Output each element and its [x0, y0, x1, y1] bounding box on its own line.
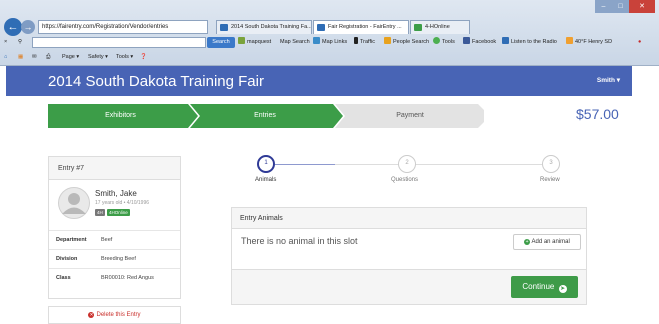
progress-step-animals[interactable]: 1 — [257, 155, 275, 173]
total-price: $57.00 — [576, 106, 619, 122]
entry-heading: Entry #7 — [49, 157, 180, 180]
avatar-icon — [58, 187, 90, 219]
browser-chrome: ← → https://fairentry.com/Registration/V… — [0, 0, 659, 66]
toolbar-item-people-search[interactable]: People Search — [384, 37, 429, 48]
command-page[interactable]: Page ▾ — [62, 52, 79, 63]
detail-value: Beef — [101, 237, 113, 243]
detail-value: Breeding Beef — [101, 256, 136, 262]
toolbar-item-tools[interactable]: Tools — [433, 37, 455, 48]
help-icon[interactable]: ❓ — [140, 52, 147, 63]
toolbar-item-weather[interactable]: 40°F Henry SD — [566, 37, 612, 48]
entry-card: Entry #7 Smith, Jake 17 years old • 4/10… — [48, 156, 181, 299]
tab-favicon-icon — [317, 24, 325, 31]
app-header: 2014 South Dakota Training Fair Smith ▾ — [6, 66, 632, 96]
badge-4h: 4H — [95, 209, 105, 216]
entry-animals-panel: Entry Animals There is no animal in this… — [231, 207, 587, 305]
tab-4h-online[interactable]: 4-HOnline — [410, 20, 470, 34]
map-icon — [313, 37, 320, 44]
detail-row-class: Class BR00010: Red Angus — [49, 268, 180, 287]
panel-heading: Entry Animals — [232, 208, 586, 229]
close-toolbar-icon[interactable]: × — [4, 37, 7, 48]
progress-label-animals: Animals — [255, 177, 277, 183]
tab-favicon-icon — [414, 24, 422, 31]
toolbar-item-map-links[interactable]: Map Links — [313, 37, 347, 48]
progress-step-review[interactable]: 3 — [542, 155, 560, 173]
print-icon[interactable]: ⎙ — [46, 52, 50, 63]
tab-fair-registration[interactable]: Fair Registration - FairEntry ... — [313, 20, 409, 34]
search-icon: ⚲ — [18, 39, 23, 45]
wizard-step-payment[interactable]: Payment — [340, 104, 480, 128]
back-button[interactable]: ← — [4, 18, 22, 36]
weather-icon — [566, 37, 573, 44]
facebook-icon — [463, 37, 470, 44]
user-menu[interactable]: Smith ▾ — [597, 76, 620, 84]
badge-4honline: 4HOnline — [107, 209, 130, 216]
minimize-button[interactable]: – — [595, 0, 612, 13]
home-icon[interactable]: ⌂ — [4, 52, 7, 63]
panel-footer: Continue ➤ — [232, 269, 586, 304]
command-tools[interactable]: Tools ▾ — [116, 52, 133, 63]
people-icon — [384, 37, 391, 44]
add-animal-button[interactable]: + Add an animal — [513, 234, 581, 250]
window-controls: – □ ✕ — [595, 0, 655, 13]
mapquest-icon — [238, 37, 245, 44]
detail-label: Class — [56, 275, 71, 281]
tools-icon — [433, 37, 440, 44]
page-title: 2014 South Dakota Training Fair — [48, 73, 264, 90]
detail-label: Division — [56, 256, 78, 262]
feeds-icon[interactable]: ▦ — [18, 52, 23, 63]
toolbar-item-map-search[interactable]: Map Search — [280, 37, 310, 48]
toolbar-item-facebook[interactable]: Facebook — [463, 37, 496, 48]
mail-icon[interactable]: ✉ — [32, 52, 37, 63]
forward-button[interactable]: → — [21, 20, 35, 34]
detail-row-division: Division Breeding Beef — [49, 249, 180, 268]
traffic-icon — [354, 37, 358, 44]
maximize-button[interactable]: □ — [612, 0, 629, 13]
wizard-step-entries[interactable]: Entries — [195, 104, 335, 128]
detail-row-department: Department Beef — [49, 230, 180, 249]
wizard-step-exhibitors[interactable]: Exhibitors — [48, 104, 193, 128]
detail-value: BR00010: Red Angus — [101, 275, 154, 281]
exhibitor-age: 17 years old • 4/10/1996 — [95, 200, 150, 206]
progress-step-questions[interactable]: 2 — [398, 155, 416, 173]
tab-training-fair[interactable]: 2014 South Dakota Training Fa... — [216, 20, 312, 34]
delete-icon: ✕ — [88, 312, 95, 318]
tab-favicon-icon — [220, 24, 228, 31]
progress-label-review: Review — [540, 177, 560, 183]
toolbar-item-traffic[interactable]: Traffic — [354, 37, 375, 48]
command-safety[interactable]: Safety ▾ — [88, 52, 108, 63]
plus-icon: + — [524, 239, 531, 245]
delete-entry-button[interactable]: ✕ Delete this Entry — [48, 306, 181, 324]
arrow-right-icon: ➤ — [558, 285, 567, 293]
toolbar-search-input[interactable] — [32, 37, 206, 48]
toolbar-search-button[interactable]: Search — [207, 37, 235, 48]
address-bar[interactable]: https://fairentry.com/Registration/Vendo… — [38, 20, 208, 34]
toolbar-extra-icon[interactable]: ● — [638, 37, 641, 48]
progress-label-questions: Questions — [391, 177, 419, 183]
toolbar-item-mapquest[interactable]: mapquest — [238, 37, 271, 48]
detail-label: Department — [56, 237, 87, 243]
toolbar-item-radio[interactable]: Listen to the Radio — [502, 37, 557, 48]
continue-button[interactable]: Continue ➤ — [511, 276, 578, 298]
close-window-button[interactable]: ✕ — [629, 0, 655, 13]
empty-slot-message: There is no animal in this slot — [241, 236, 358, 246]
play-icon — [502, 37, 509, 44]
progress-line-done — [275, 164, 335, 165]
exhibitor-name: Smith, Jake — [95, 189, 137, 198]
